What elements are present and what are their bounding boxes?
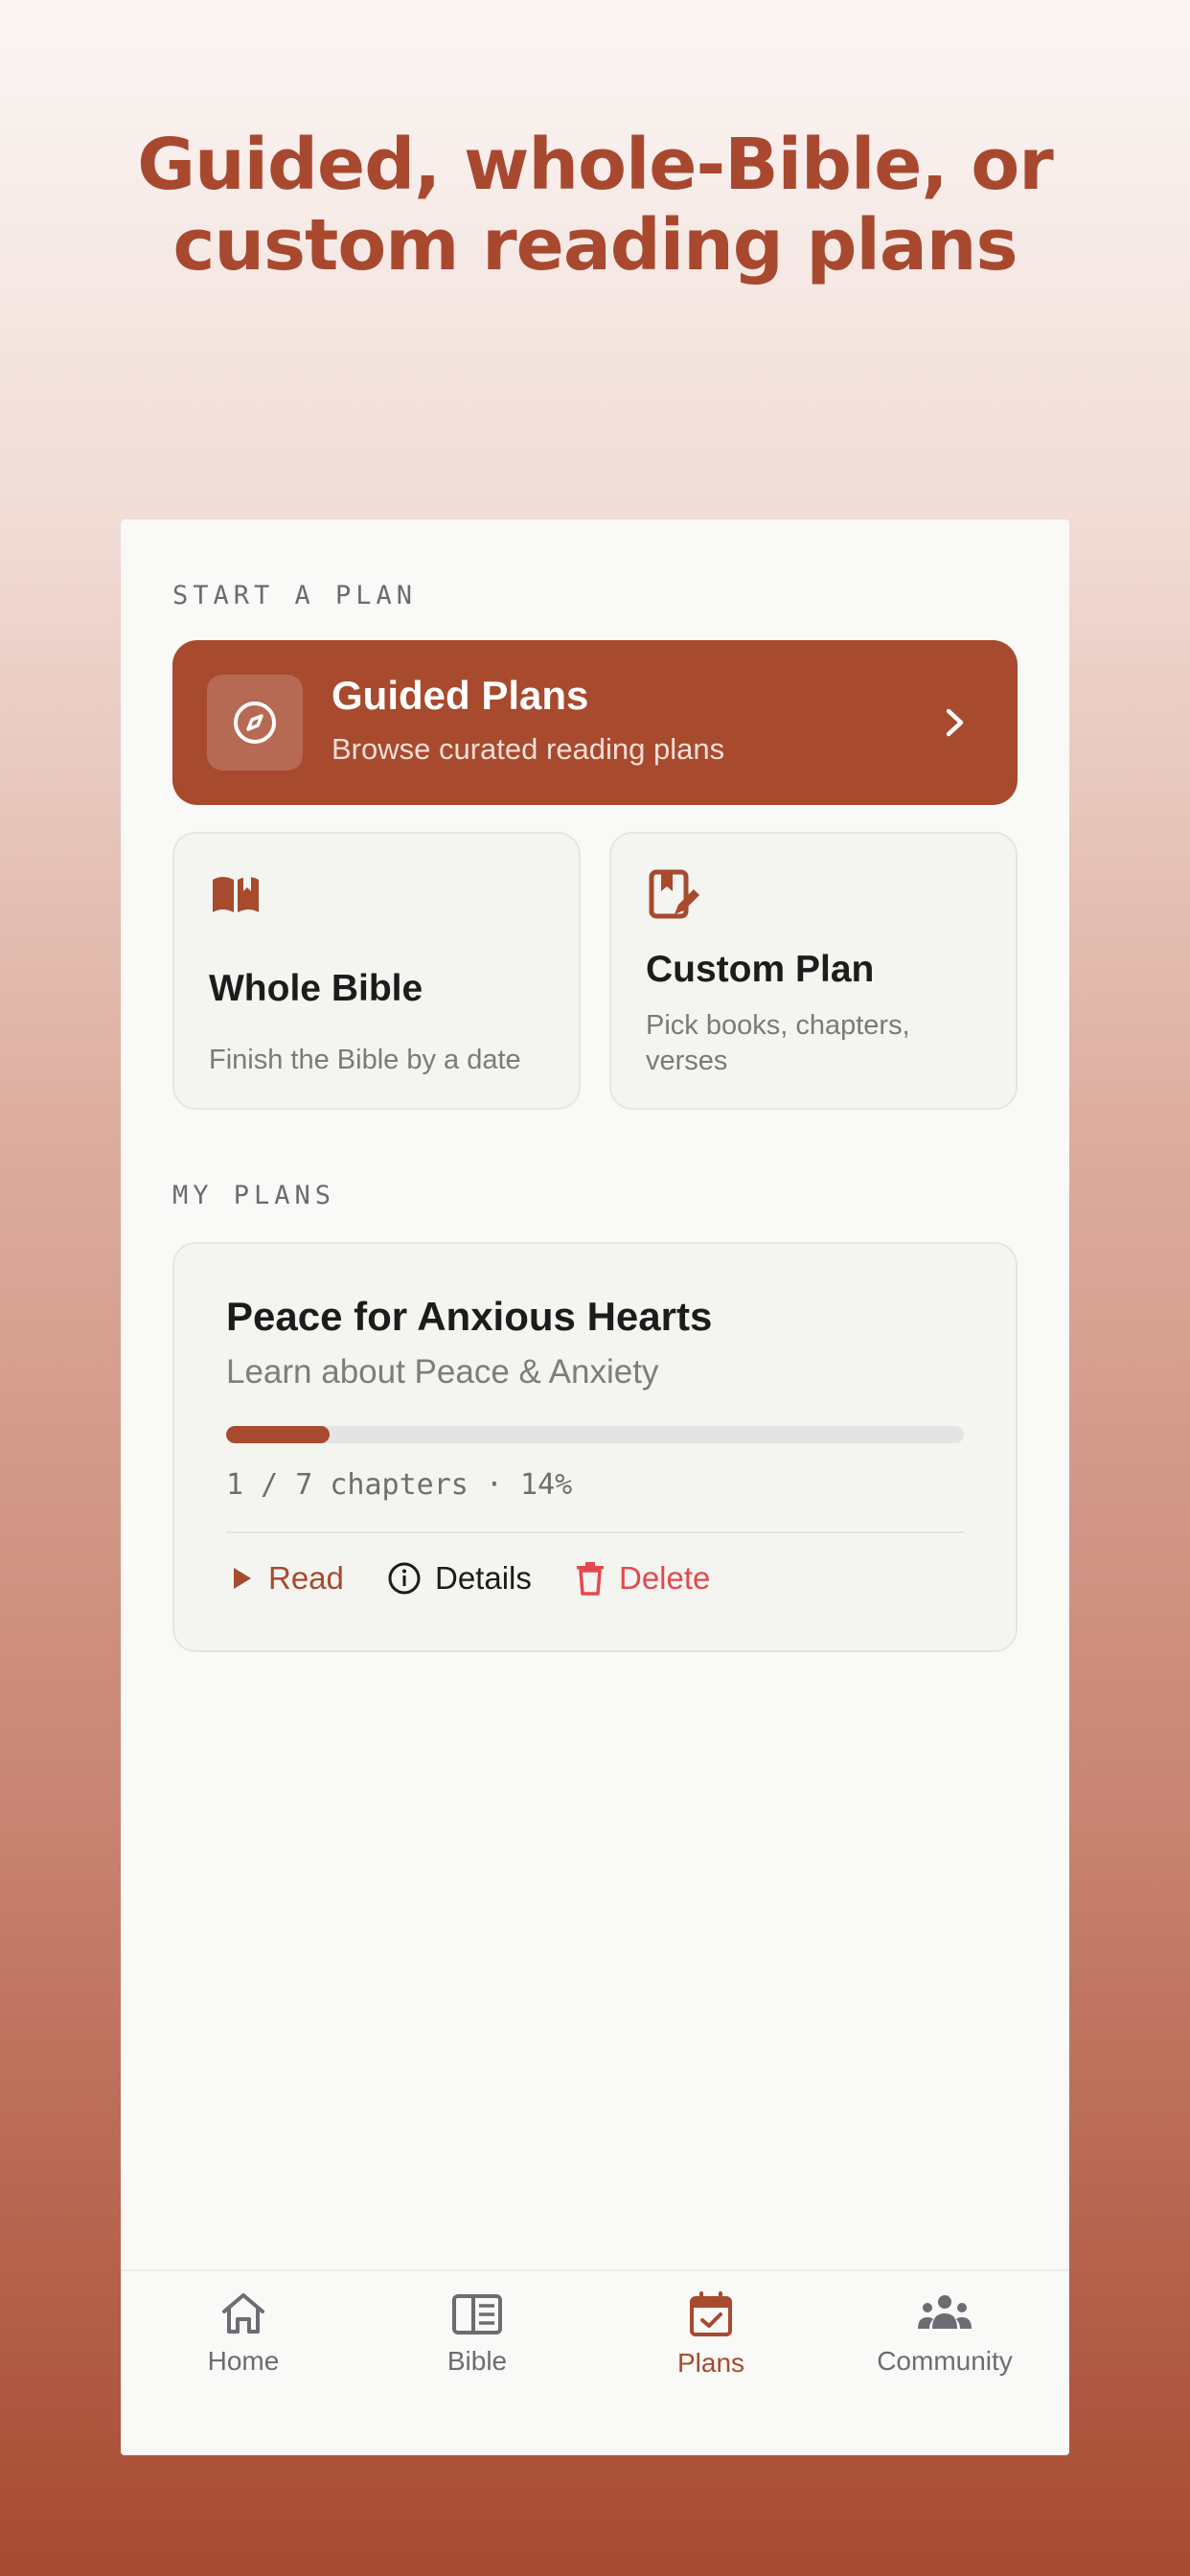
chevron-right-icon	[946, 708, 964, 737]
tab-home-label: Home	[207, 2346, 280, 2376]
tab-home[interactable]: Home	[138, 2290, 349, 2377]
plan-title: Peace for Anxious Hearts	[226, 1294, 713, 1339]
plan-card: Peace for Anxious Hearts Learn about Pea…	[172, 1242, 1018, 1652]
start-plan-label: START A PLAN	[172, 581, 418, 610]
custom-plan-card[interactable]: Custom Plan Pick books, chapters, verses	[609, 832, 1018, 1110]
plan-progress-fill	[226, 1426, 330, 1443]
tab-bible[interactable]: Bible	[372, 2290, 583, 2377]
app-screen: START A PLAN Guided Plans Browse curated…	[121, 519, 1069, 2455]
my-plans-label: MY PLANS	[172, 1181, 336, 1210]
home-icon	[222, 2293, 264, 2334]
trash-icon	[577, 1562, 604, 1596]
edit-bookmark-icon	[649, 869, 699, 919]
whole-bible-subtitle: Finish the Bible by a date	[209, 1045, 521, 1075]
calendar-check-icon	[690, 2291, 732, 2336]
guided-plans-button[interactable]: Guided Plans Browse curated reading plan…	[172, 640, 1018, 805]
plan-divider	[226, 1531, 964, 1533]
tab-bible-label: Bible	[446, 2346, 508, 2376]
read-label: Read	[268, 1560, 344, 1596]
plan-subtitle: Learn about Peace & Anxiety	[226, 1353, 659, 1391]
info-icon	[388, 1562, 421, 1595]
tab-community-label: Community	[877, 2346, 1013, 2376]
play-icon	[234, 1568, 251, 1589]
tab-plans[interactable]: Plans	[606, 2290, 816, 2379]
plan-progress-bar	[226, 1426, 964, 1443]
delete-label: Delete	[619, 1560, 711, 1596]
custom-plan-title: Custom Plan	[646, 949, 875, 990]
guided-plans-subtitle: Browse curated reading plans	[332, 732, 725, 766]
whole-bible-card[interactable]: Whole Bible Finish the Bible by a date	[172, 832, 581, 1110]
plan-progress-text: 1 / 7 chapters · 14%	[226, 1468, 573, 1502]
headline-line-1: Guided, whole-Bible, or	[137, 124, 1053, 206]
promo-headline: Guided, whole-Bible, or custom reading p…	[0, 125, 1190, 286]
whole-bible-title: Whole Bible	[209, 968, 423, 1009]
details-label: Details	[435, 1560, 532, 1596]
read-button[interactable]: Read	[226, 1560, 344, 1597]
guided-plans-title: Guided Plans	[332, 673, 589, 718]
tab-community[interactable]: Community	[839, 2290, 1050, 2377]
details-button[interactable]: Details	[387, 1560, 532, 1597]
book-icon	[452, 2294, 502, 2334]
people-icon	[918, 2295, 972, 2329]
delete-button[interactable]: Delete	[575, 1560, 710, 1597]
open-book-icon	[213, 876, 259, 912]
headline-line-2: custom reading plans	[172, 204, 1018, 287]
compass-icon	[207, 675, 303, 770]
tab-plans-label: Plans	[676, 2348, 745, 2378]
custom-plan-subtitle: Pick books, chapters, verses	[646, 1010, 910, 1076]
tab-bar: Home Bible Plans Community	[121, 2269, 1069, 2455]
